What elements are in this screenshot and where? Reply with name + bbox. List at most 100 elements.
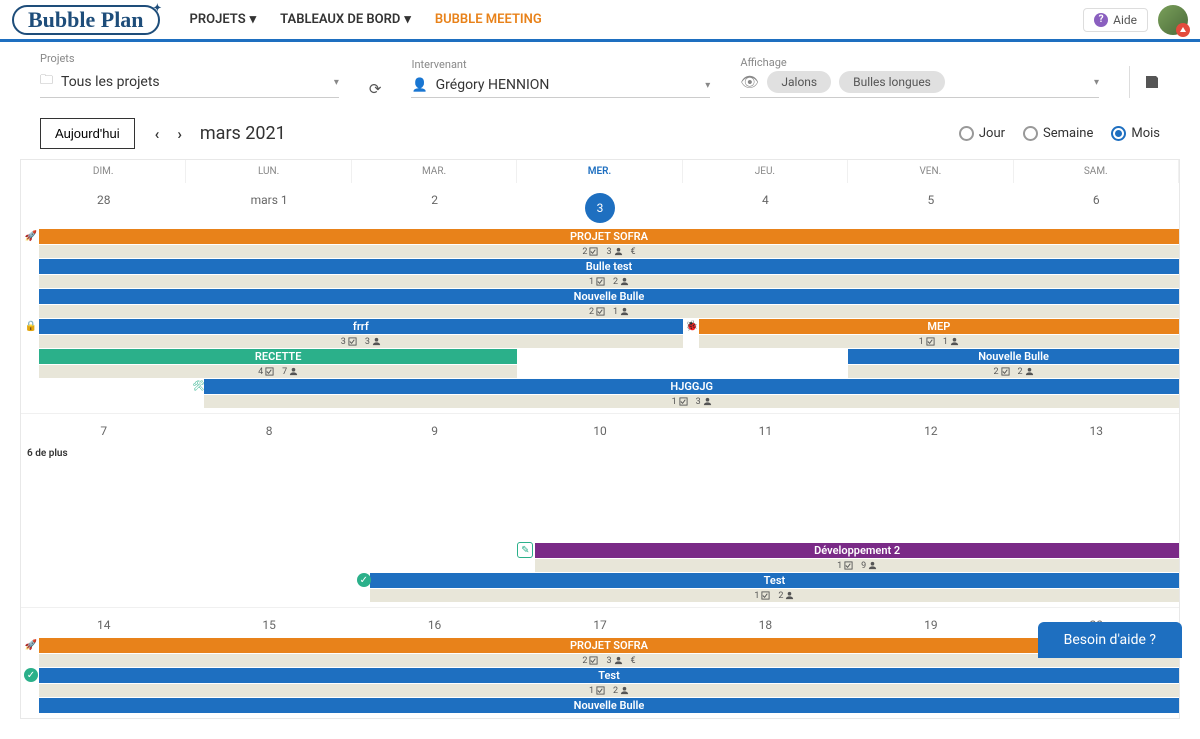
date-cell[interactable]: 10 — [517, 414, 682, 444]
date-cell[interactable]: 18 — [683, 608, 848, 638]
caret-down-icon: ▾ — [705, 80, 710, 91]
date-cell[interactable]: 3 — [517, 183, 682, 229]
user-avatar[interactable] — [1158, 5, 1188, 35]
help-button[interactable]: ? Aide — [1083, 8, 1148, 32]
today-button[interactable]: Aujourd'hui — [40, 118, 135, 149]
notification-badge-icon — [1176, 23, 1190, 37]
event-test-2[interactable]: Test — [39, 668, 1179, 683]
calendar: DIM. LUN. MAR. MER. JEU. VEN. SAM. 28 ma… — [20, 159, 1180, 719]
logo-decoration: ✦ — [153, 3, 161, 14]
folder-icon: 🗀 — [40, 71, 53, 93]
nav-projets[interactable]: PROJETS ▾ — [180, 6, 267, 33]
pill-bulles[interactable]: Bulles longues — [839, 71, 945, 93]
filter-affichage: Affichage 👁 Jalons Bulles longues ▾ — [740, 56, 1099, 98]
save-panel — [1129, 66, 1160, 98]
week1-events: 🚀 PROJET SOFRA 2 3 € Bulle test 1 2 Nouv… — [21, 229, 1179, 413]
date-cell[interactable]: 28 — [21, 183, 186, 229]
meta-count: 3 — [341, 337, 346, 347]
date-cell[interactable]: 7 — [21, 414, 186, 444]
filter-intervenant-select[interactable]: 👤 Grégory HENNION ▾ — [411, 73, 710, 98]
nav-tableaux[interactable]: TABLEAUX DE BORD ▾ — [270, 6, 421, 33]
meta-count: 7 — [282, 367, 287, 377]
event-mep[interactable]: MEP — [699, 319, 1179, 334]
week2-events: ✎ Développement 2 1 9 ✓ Test 1 2 — [21, 463, 1179, 607]
event-meta: 1 2 — [39, 684, 1179, 697]
bug-icon: 🐞 — [685, 319, 699, 333]
edit-icon[interactable]: ✎ — [517, 542, 533, 558]
event-sofra[interactable]: PROJET SOFRA — [39, 229, 1179, 244]
meta-euro: € — [631, 656, 636, 666]
event-hjggjg[interactable]: HJGGJG — [204, 379, 1179, 394]
event-meta: 1 9 — [535, 559, 1179, 572]
event-meta: 1 1 — [699, 335, 1179, 348]
check-icon: ✓ — [357, 573, 371, 587]
event-meta: 4 7 — [39, 365, 517, 378]
meta-count: 3 — [606, 247, 611, 257]
date-cell[interactable]: 12 — [848, 414, 1013, 444]
event-meta: 1 3 — [204, 395, 1179, 408]
view-semaine[interactable]: Semaine — [1023, 126, 1093, 141]
save-icon[interactable] — [1144, 74, 1160, 90]
next-arrow-icon[interactable]: › — [177, 125, 182, 143]
nav-tableaux-label: TABLEAUX DE BORD — [280, 12, 400, 27]
meta-count: 3 — [606, 656, 611, 666]
meta-count: 2 — [582, 247, 587, 257]
date-cell[interactable]: 19 — [848, 608, 1013, 638]
event-nouvelle-bulle-3[interactable]: Nouvelle Bulle — [39, 698, 1179, 713]
header-right: ? Aide — [1083, 5, 1188, 35]
date-cell[interactable]: 14 — [21, 608, 186, 638]
period-nav: ‹ › — [155, 125, 182, 143]
event-bulle-test[interactable]: Bulle test — [39, 259, 1179, 274]
more-events-link[interactable]: 6 de plus — [21, 444, 1179, 463]
logo: Bubble Plan ✦ — [12, 5, 160, 35]
date-cell[interactable]: 15 — [186, 608, 351, 638]
filter-intervenant-value: Grégory HENNION — [436, 77, 698, 93]
date-row: 7 8 9 10 11 12 13 — [21, 413, 1179, 444]
view-jour[interactable]: Jour — [959, 126, 1005, 141]
filter-projets-label: Projets — [40, 52, 339, 65]
day-head: LUN. — [186, 160, 351, 183]
day-head: MAR. — [352, 160, 517, 183]
view-toggles: Jour Semaine Mois — [959, 126, 1160, 141]
filter-projets: Projets 🗀 Tous les projets ▾ — [40, 52, 339, 98]
prev-arrow-icon[interactable]: ‹ — [155, 125, 160, 143]
refresh-icon[interactable]: ⟳ — [369, 80, 382, 98]
date-cell[interactable]: 13 — [1014, 414, 1179, 444]
filter-projets-select[interactable]: 🗀 Tous les projets ▾ — [40, 67, 339, 98]
event-sofra-2[interactable]: PROJET SOFRA — [39, 638, 1179, 653]
event-nouvelle-bulle-2[interactable]: Nouvelle Bulle — [848, 349, 1179, 364]
pill-jalons[interactable]: Jalons — [767, 71, 831, 93]
main-nav: PROJETS ▾ TABLEAUX DE BORD ▾ BUBBLE MEET… — [180, 6, 552, 33]
date-cell[interactable]: 17 — [517, 608, 682, 638]
meta-count: 2 — [582, 656, 587, 666]
date-cell[interactable]: 11 — [683, 414, 848, 444]
day-head: MER. — [517, 160, 682, 183]
date-cell[interactable]: 9 — [352, 414, 517, 444]
day-head: VEN. — [848, 160, 1013, 183]
event-frrf[interactable]: frrf — [39, 319, 683, 334]
date-cell[interactable]: 2 — [352, 183, 517, 229]
date-cell[interactable]: 4 — [683, 183, 848, 229]
nav-meeting[interactable]: BUBBLE MEETING — [425, 6, 552, 33]
day-head: SAM. — [1014, 160, 1179, 183]
date-cell[interactable]: mars 1 — [186, 183, 351, 229]
event-recette[interactable]: RECETTE — [39, 349, 517, 364]
caret-down-icon: ▾ — [334, 77, 339, 88]
event-meta: 1 2 — [370, 589, 1179, 602]
eye-icon[interactable]: 👁 — [740, 73, 759, 91]
meta-count: 9 — [861, 561, 866, 571]
filter-intervenant: Intervenant 👤 Grégory HENNION ▾ — [411, 58, 710, 98]
date-cell[interactable]: 8 — [186, 414, 351, 444]
week3-events: 🚀 PROJET SOFRA 2 3 € ✓ Test 1 2 Nouvelle… — [21, 638, 1179, 718]
event-dev2[interactable]: Développement 2 — [535, 543, 1179, 558]
event-nouvelle-bulle[interactable]: Nouvelle Bulle — [39, 289, 1179, 304]
date-cell[interactable]: 16 — [352, 608, 517, 638]
caret-down-icon: ▾ — [1094, 77, 1099, 88]
event-test[interactable]: Test — [370, 573, 1179, 588]
date-cell[interactable]: 5 — [848, 183, 1013, 229]
event-meta: 1 2 — [39, 275, 1179, 288]
date-cell[interactable]: 6 — [1014, 183, 1179, 229]
help-widget[interactable]: Besoin d'aide ? — [1038, 622, 1182, 658]
meta-count: 1 — [943, 337, 948, 347]
view-mois[interactable]: Mois — [1111, 126, 1160, 141]
